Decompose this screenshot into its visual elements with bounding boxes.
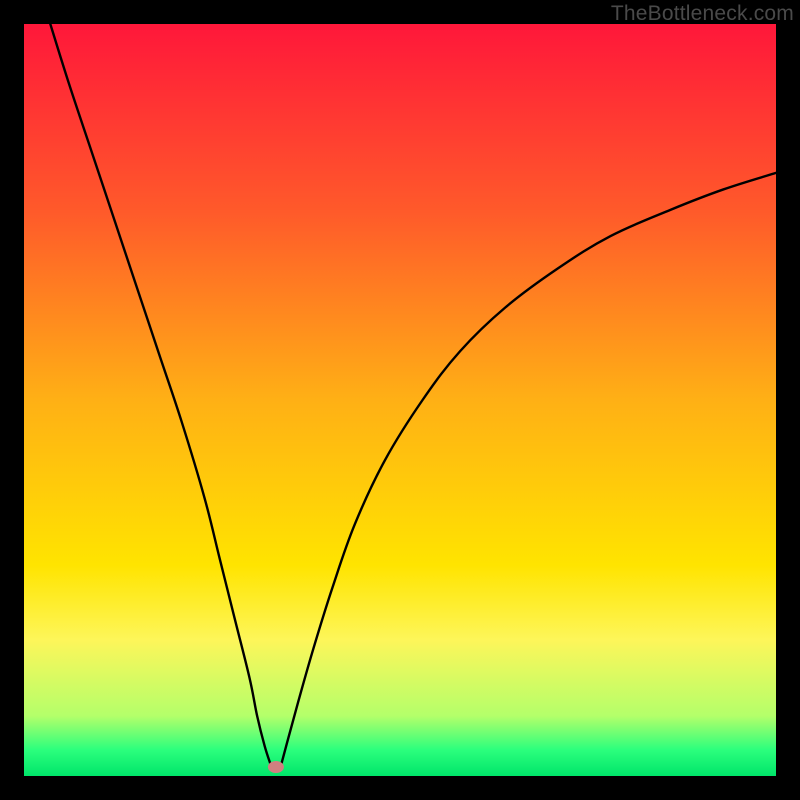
bottleneck-chart xyxy=(24,24,776,776)
min-point-marker xyxy=(268,761,284,773)
chart-frame xyxy=(24,24,776,776)
watermark-text: TheBottleneck.com xyxy=(611,2,794,26)
chart-background xyxy=(24,24,776,776)
